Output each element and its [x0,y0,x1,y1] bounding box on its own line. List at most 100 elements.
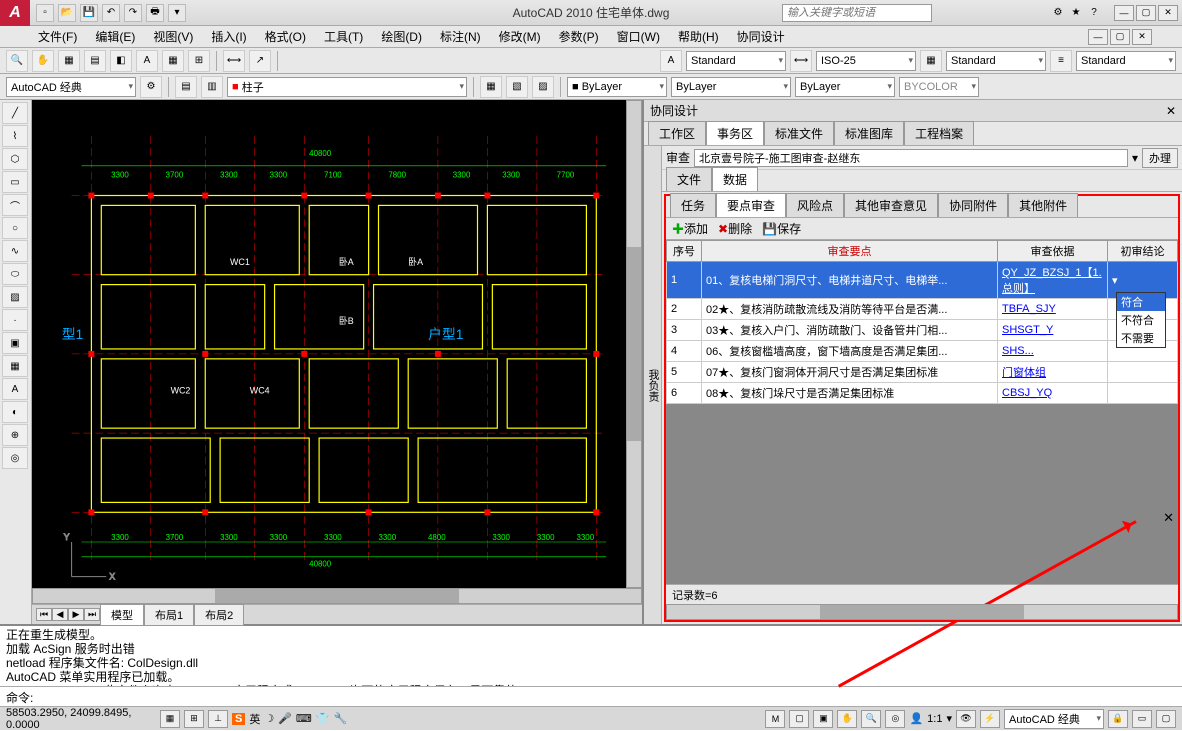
ime-moon-icon[interactable]: ☽ [264,712,274,725]
menu-draw[interactable]: 绘图(D) [373,26,430,47]
lock-icon[interactable]: 🔒 [1108,710,1128,728]
tool1-icon[interactable]: ▦ [58,50,80,72]
lineweight-combo[interactable]: ByLayer [795,77,895,97]
help-search-input[interactable] [782,4,932,22]
menu-help[interactable]: 帮助(H) [670,26,727,47]
point-icon[interactable]: · [2,309,28,331]
anno-vis-icon[interactable]: 👁 [956,710,976,728]
tab-stdfiles[interactable]: 标准文件 [764,121,834,145]
line-icon[interactable]: ╱ [2,102,28,124]
close-button[interactable]: ✕ [1158,5,1178,21]
table-row[interactable]: 202★、复核消防疏散流线及消防等待平台是否满... TBFA_SJY [667,299,1178,320]
tablestyle-icon[interactable]: ▦ [920,50,942,72]
table-row[interactable]: 608★、复核门垛尺寸是否满足集团标准 CBSJ_YQ [667,383,1178,404]
leader-icon[interactable]: ↗ [249,50,271,72]
qat-new-icon[interactable]: ▫ [36,4,54,22]
qat-save-icon[interactable]: 💾 [80,4,98,22]
menu-file[interactable]: 文件(F) [30,26,85,47]
pline-icon[interactable]: ⌇ [2,125,28,147]
tool4-icon[interactable]: A [136,50,158,72]
col-seq[interactable]: 序号 [667,241,702,262]
menu-modify[interactable]: 修改(M) [491,26,549,47]
infocenter-icon[interactable]: ⚙ [1050,5,1066,21]
zoom-icon[interactable]: 🔍 [6,50,28,72]
ime-mic-icon[interactable]: 🎤 [278,712,292,725]
command-input[interactable]: 命令: [0,686,1182,706]
pan-icon[interactable]: ✋ [32,50,54,72]
tablestyle-combo[interactable]: Standard [946,51,1046,71]
tab-workspace[interactable]: 工作区 [648,121,706,145]
region-icon[interactable]: ◐ [2,401,28,423]
quickview-icon[interactable]: ▢ [789,710,809,728]
menu-window[interactable]: 窗口(W) [609,26,668,47]
pan-status-icon[interactable]: ✋ [837,710,857,728]
drawing-scroll-h[interactable] [32,588,642,604]
table-icon[interactable]: ▦ [2,355,28,377]
layer-combo[interactable]: ■ 柱子 [227,77,467,97]
ime-shirt-icon[interactable]: 👕 [316,712,330,725]
text-icon[interactable]: A [2,378,28,400]
save-button[interactable]: 💾保存 [762,220,801,237]
snap-toggle[interactable]: ▦ [160,710,180,728]
textstyle-combo[interactable]: Standard [686,51,786,71]
mlstyle-icon[interactable]: ≡ [1050,50,1072,72]
qat-redo-icon[interactable]: ↷ [124,4,142,22]
maximize-button[interactable]: ▢ [1136,5,1156,21]
menu-param[interactable]: 参数(P) [551,26,607,47]
subtab-risk[interactable]: 风险点 [786,193,844,217]
ellipse-icon[interactable]: ⬭ [2,263,28,285]
tab-model[interactable]: 模型 [100,604,144,626]
tab-stdlib[interactable]: 标准图库 [834,121,904,145]
arc-icon[interactable]: ⌒ [2,194,28,216]
add-button[interactable]: ✚添加 [672,220,708,237]
grid-toggle[interactable]: ⊞ [184,710,204,728]
tool3-icon[interactable]: ◧ [110,50,132,72]
menu-view[interactable]: 视图(V) [145,26,201,47]
subtab-attach[interactable]: 协同附件 [938,193,1008,217]
drawing-scroll-v[interactable] [626,100,642,588]
opt-pass[interactable]: 符合 [1117,293,1165,311]
side-strip[interactable]: 我负责 我待办 我参与 [644,146,662,624]
menu-insert[interactable]: 插入(I) [203,26,254,47]
table-row[interactable]: 406、复核窗槛墙高度，窗下墙高度是否满足集团... SHS... [667,341,1178,362]
layer-state-icon[interactable]: ▥ [201,76,223,98]
panel-close-icon[interactable]: ✕ [1166,104,1176,118]
circle-icon[interactable]: ○ [2,217,28,239]
linetype-combo[interactable]: ByLayer [671,77,791,97]
tab-layout1[interactable]: 布局1 [144,604,194,626]
menu-tools[interactable]: 工具(T) [316,26,371,47]
plotstyle-combo[interactable]: BYCOLOR [899,77,979,97]
opt-fail[interactable]: 不符合 [1117,311,1165,329]
doc-restore-button[interactable]: ▢ [1110,29,1130,45]
rect-icon[interactable]: ▭ [2,171,28,193]
grid-close-icon[interactable]: ✕ [1163,510,1174,526]
delete-button[interactable]: ✖删除 [718,220,752,237]
extra1-icon[interactable]: ⊕ [2,424,28,446]
tab-data[interactable]: 数据 [712,167,758,191]
menu-edit[interactable]: 编辑(E) [87,26,143,47]
steering-icon[interactable]: ◎ [885,710,905,728]
qat-print-icon[interactable]: 🖶 [146,4,164,22]
color-combo[interactable]: ■ ByLayer [567,77,667,97]
star-icon[interactable]: ★ [1068,5,1084,21]
block-icon[interactable]: ▣ [2,332,28,354]
anno-scale[interactable]: 1:1 [927,713,942,725]
help-icon[interactable]: ? [1086,5,1102,21]
status-ws-combo[interactable]: AutoCAD 经典 [1004,709,1104,729]
qat-more-icon[interactable]: ▾ [168,4,186,22]
table-row[interactable]: 101、复核电梯门洞尺寸、电梯井道尺寸、电梯举... QY_JZ_BZSJ_1【… [667,262,1178,299]
extra2-icon[interactable]: ◎ [2,447,28,469]
polygon-icon[interactable]: ⬡ [2,148,28,170]
ime-kbd-icon[interactable]: ⌨ [296,712,312,725]
tab-files[interactable]: 文件 [666,167,712,191]
tool5-icon[interactable]: ▦ [162,50,184,72]
ortho-toggle[interactable]: ⊥ [208,710,228,728]
textstyle-icon[interactable]: A [660,50,682,72]
anno-group-icon[interactable]: 👤 [909,712,923,725]
menu-format[interactable]: 格式(O) [257,26,314,47]
qat-undo-icon[interactable]: ↶ [102,4,120,22]
subtab-other2[interactable]: 其他附件 [1008,193,1078,217]
hatch-icon[interactable]: ▨ [2,286,28,308]
tool6-icon[interactable]: ⊞ [188,50,210,72]
project-combo[interactable]: 北京壹号院子-施工图审查-赵继东 [694,149,1128,167]
